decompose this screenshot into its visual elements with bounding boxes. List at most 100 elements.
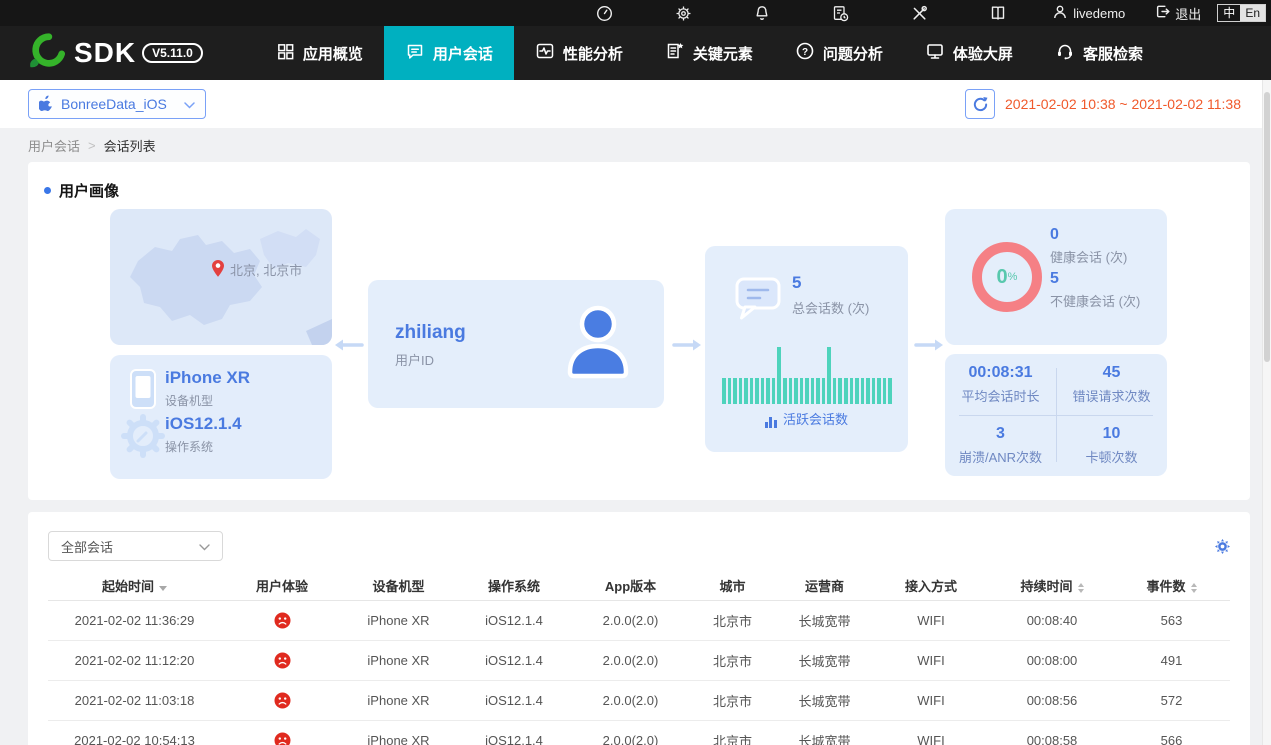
- nav-item-experience-screen[interactable]: 体验大屏: [904, 26, 1034, 80]
- sessions-table: 起始时间 用户体验 设备机型操作系统 App版本 城市运营商 接入方式 持续时间 事件数 20…: [48, 572, 1230, 745]
- health-percent-unit: %: [1008, 271, 1018, 283]
- active-sessions-chart: [722, 334, 892, 404]
- cell: 2021-02-02 11:12:20: [48, 640, 221, 680]
- scrollbar[interactable]: [1262, 80, 1271, 745]
- app-name: BonreeData_iOS: [61, 96, 167, 112]
- nav-item-key-elements[interactable]: 关键元素: [644, 26, 774, 80]
- bullet-dot: [44, 187, 51, 194]
- location-label: 北京, 北京市: [230, 260, 302, 279]
- breadcrumb-parent[interactable]: 用户会话: [28, 136, 80, 155]
- table-row[interactable]: 2021-02-02 11:03:18iPhone XRiOS12.1.42.0…: [48, 680, 1230, 720]
- user-icon: [1052, 4, 1068, 23]
- nav-item-performance[interactable]: 性能分析: [514, 26, 644, 80]
- cell: 2021-02-02 11:03:18: [48, 680, 221, 720]
- arrow-right-icon: [914, 337, 944, 358]
- nav-item-app-overview[interactable]: 应用概览: [255, 26, 384, 80]
- session-bar: [789, 378, 793, 404]
- session-bar: [883, 378, 887, 404]
- cell: WIFI: [871, 640, 991, 680]
- topbar: livedemo 退出 中 En: [0, 0, 1271, 26]
- tools-icon[interactable]: [911, 5, 928, 22]
- column-header[interactable]: 事件数: [1113, 572, 1230, 600]
- column-header[interactable]: 运营商: [778, 572, 871, 600]
- cell: 2.0.0(2.0): [574, 680, 687, 720]
- phone-icon: [129, 368, 157, 415]
- column-header-label: 接入方式: [905, 579, 957, 594]
- language-toggle[interactable]: 中 En: [1217, 4, 1266, 22]
- os-row: iOS12.1.4 操作系统: [165, 414, 242, 455]
- nav-item-problem-analysis[interactable]: ? 问题分析: [774, 26, 904, 80]
- table-row[interactable]: 2021-02-02 11:12:20iPhone XRiOS12.1.42.0…: [48, 640, 1230, 680]
- column-header[interactable]: 接入方式: [871, 572, 991, 600]
- docs-book-icon[interactable]: [990, 5, 1006, 21]
- session-bar: [750, 378, 754, 404]
- arrow-right-icon: [672, 337, 702, 358]
- cell: 2.0.0(2.0): [574, 600, 687, 640]
- sort-icon: [1191, 583, 1197, 593]
- stat-value: 10: [1103, 425, 1121, 443]
- session-bar: [833, 378, 837, 404]
- sessions-table-card: 全部会话 起始时间 用户体验 设备机型操作系统 App版本 城市运营商 接入方式 持续时间 事…: [28, 512, 1250, 745]
- dashboard-icon[interactable]: [596, 5, 613, 22]
- breadcrumb: 用户会话 > 会话列表: [28, 128, 156, 162]
- stat-value: 45: [1103, 364, 1121, 382]
- column-header-label: 事件数: [1146, 579, 1185, 594]
- session-bar: [844, 378, 848, 404]
- refresh-button[interactable]: [965, 89, 995, 119]
- os-gear-icon: [120, 413, 166, 464]
- session-bar: [805, 378, 809, 404]
- session-bar: [722, 378, 726, 404]
- appbar: BonreeData_iOS 2021-02-02 10:38 ~ 2021-0…: [0, 80, 1271, 128]
- logout-button[interactable]: 退出: [1155, 4, 1201, 23]
- column-header[interactable]: 设备机型: [343, 572, 454, 600]
- session-bar: [850, 378, 854, 404]
- column-header-label: 用户体验: [256, 579, 308, 594]
- column-header[interactable]: 操作系统: [454, 572, 574, 600]
- stats-grid: 00:08:31 平均会话时长 45 错误请求次数 3 崩溃/ANR次数 10 …: [945, 354, 1167, 476]
- arrow-left-icon: [334, 337, 364, 358]
- lang-en[interactable]: En: [1240, 5, 1265, 21]
- report-clock-icon[interactable]: [832, 5, 849, 22]
- navbar: SDK V5.11.0 应用概览 用户会话 性能分析: [0, 26, 1271, 80]
- column-header[interactable]: 持续时间: [991, 572, 1113, 600]
- session-bar: [811, 378, 815, 404]
- screen: livedemo 退出 中 En SDK V5.11.0 应: [0, 0, 1271, 745]
- column-header[interactable]: 用户体验: [221, 572, 343, 600]
- health-legend: 0 健康会话 (次) 5 不健康会话 (次): [1050, 226, 1140, 314]
- column-header-label: 持续时间: [1020, 579, 1072, 594]
- table-row[interactable]: 2021-02-02 10:54:13iPhone XRiOS12.1.42.0…: [48, 720, 1230, 745]
- table-row[interactable]: 2021-02-02 11:36:29iPhone XRiOS12.1.42.0…: [48, 600, 1230, 640]
- nav-label: 关键元素: [693, 43, 753, 64]
- nav-label: 应用概览: [303, 43, 363, 64]
- user-id-label: 用户ID: [395, 350, 434, 369]
- sort-desc-icon: [159, 586, 167, 591]
- session-filter-select[interactable]: 全部会话: [48, 531, 223, 561]
- session-bar: [728, 378, 732, 404]
- app-selector[interactable]: BonreeData_iOS: [28, 89, 206, 119]
- cell: WIFI: [871, 720, 991, 745]
- session-bar: [866, 378, 870, 404]
- settings-gear-icon[interactable]: [675, 5, 692, 22]
- user-menu[interactable]: livedemo: [1052, 4, 1125, 23]
- nav-item-user-sessions[interactable]: 用户会话: [384, 26, 514, 80]
- column-settings-button[interactable]: [1215, 539, 1230, 554]
- total-sessions-value: 5: [792, 273, 801, 293]
- stat-label: 平均会话时长: [961, 386, 1039, 405]
- lang-zh[interactable]: 中: [1218, 5, 1240, 21]
- session-bar: [766, 378, 770, 404]
- column-header-label: App版本: [605, 579, 656, 594]
- unhealthy-label: 不健康会话 (次): [1050, 291, 1140, 310]
- nav-item-service-search[interactable]: 客服检索: [1034, 26, 1164, 80]
- user-id-value: zhiliang: [395, 322, 466, 344]
- column-header[interactable]: App版本: [574, 572, 687, 600]
- column-header[interactable]: 起始时间: [48, 572, 221, 600]
- date-range-picker[interactable]: 2021-02-02 10:38 ~ 2021-02-02 11:38: [1005, 96, 1241, 112]
- location-row: 北京, 北京市: [210, 259, 302, 279]
- location-map-card: 北京, 北京市: [110, 209, 332, 345]
- stat-crash-anr: 3 崩溃/ANR次数: [945, 415, 1056, 476]
- column-header[interactable]: 城市: [687, 572, 778, 600]
- alarm-bell-icon[interactable]: [754, 5, 770, 21]
- healthy-label: 健康会话 (次): [1050, 247, 1140, 266]
- scrollbar-thumb[interactable]: [1264, 92, 1270, 362]
- device-card: iPhone XR 设备机型 iOS12.1.4 操作系统: [110, 355, 332, 479]
